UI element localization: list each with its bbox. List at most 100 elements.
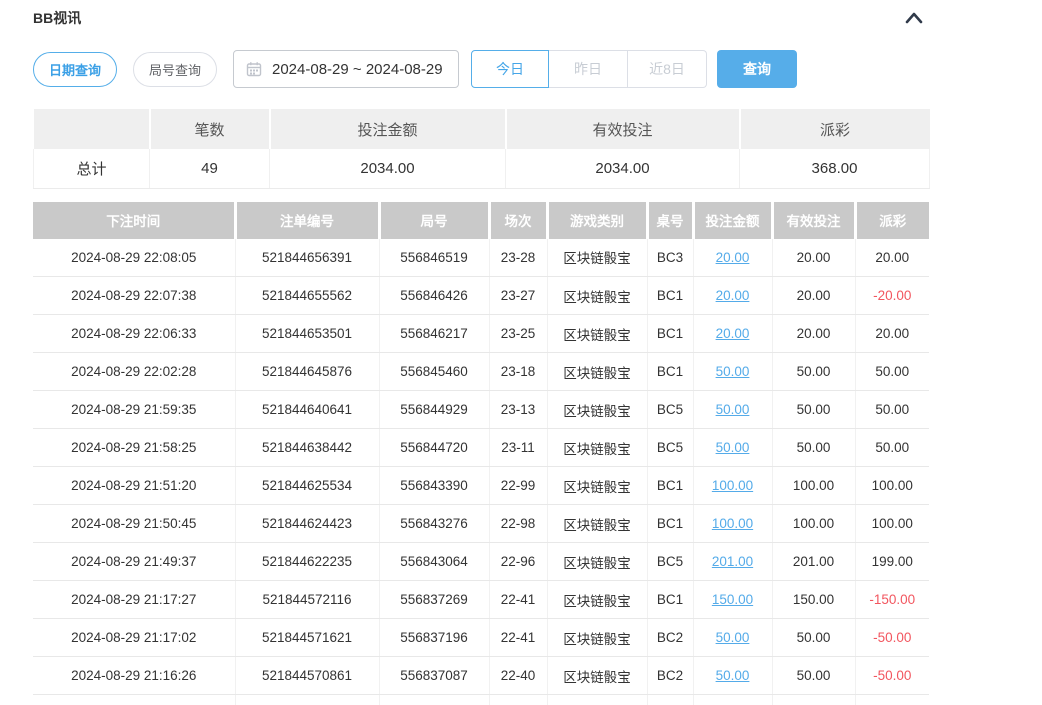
- date-range-input[interactable]: 2024-08-29 ~ 2024-08-29: [233, 50, 459, 88]
- summary-header-bet-amount: 投注金额: [270, 109, 506, 149]
- cell-order-id: 521844638442: [235, 429, 379, 467]
- summary-total-label: 总计: [34, 149, 150, 188]
- table-row: 2024-08-29 21:17:02521844571621556837196…: [33, 619, 929, 657]
- cell-order-id: 521844645876: [235, 353, 379, 391]
- table-row: 2024-08-29 22:08:05521844656391556846519…: [33, 239, 929, 277]
- bet-amount-link[interactable]: 201.00: [712, 554, 753, 569]
- summary-header-payout: 派彩: [740, 109, 930, 149]
- panel-header: BB视讯: [33, 9, 929, 27]
- cell-table-no: BC2: [647, 657, 693, 695]
- cell-valid-bet: 100.00: [772, 505, 855, 543]
- cell-order-id: 521844653501: [235, 315, 379, 353]
- cell-empty: [547, 695, 647, 705]
- table-row: 2024-08-29 21:49:37521844622235556843064…: [33, 543, 929, 581]
- cell-payout: 50.00: [855, 429, 929, 467]
- cell-bet-time: 2024-08-29 21:49:37: [33, 543, 235, 581]
- records-header-valid-bet: 有效投注: [772, 202, 855, 239]
- cell-round-id: 556845460: [379, 353, 489, 391]
- cell-round-id: 556846426: [379, 277, 489, 315]
- bet-amount-link[interactable]: 100.00: [712, 478, 753, 493]
- records-header-table-no: 桌号: [647, 202, 693, 239]
- quick-range-yesterday-button[interactable]: 昨日: [549, 50, 628, 88]
- cell-payout: 100.00: [855, 467, 929, 505]
- summary-total-count: 49: [150, 149, 270, 188]
- cell-order-id: 521844572116: [235, 581, 379, 619]
- cell-session: 22-41: [489, 619, 547, 657]
- calendar-icon: [246, 61, 262, 77]
- cell-valid-bet: 50.00: [772, 657, 855, 695]
- query-mode-round-button[interactable]: 局号查询: [133, 52, 217, 87]
- cell-empty: [772, 695, 855, 705]
- cell-bet-amount: 50.00: [693, 353, 772, 391]
- chevron-up-icon: [905, 12, 923, 24]
- cell-valid-bet: 50.00: [772, 353, 855, 391]
- cell-payout: -50.00: [855, 657, 929, 695]
- cell-bet-amount: 201.00: [693, 543, 772, 581]
- bet-amount-link[interactable]: 20.00: [716, 326, 750, 341]
- table-row: 2024-08-29 21:16:26521844570861556837087…: [33, 657, 929, 695]
- records-tbody: 2024-08-29 22:08:05521844656391556846519…: [33, 239, 929, 705]
- bet-amount-link[interactable]: 50.00: [716, 630, 750, 645]
- quick-range-today-button[interactable]: 今日: [471, 50, 549, 88]
- cell-bet-amount: 20.00: [693, 277, 772, 315]
- records-header-row: 下注时间 注单编号 局号 场次 游戏类别 桌号 投注金额 有效投注 派彩: [33, 202, 929, 239]
- cell-valid-bet: 150.00: [772, 581, 855, 619]
- bet-amount-link[interactable]: 20.00: [716, 250, 750, 265]
- cell-bet-amount: 50.00: [693, 429, 772, 467]
- query-mode-date-button[interactable]: 日期查询: [33, 52, 117, 87]
- cell-bet-time: 2024-08-29 21:17:02: [33, 619, 235, 657]
- cell-table-no: BC1: [647, 581, 693, 619]
- cell-valid-bet: 50.00: [772, 429, 855, 467]
- summary-total-payout: 368.00: [740, 149, 930, 188]
- query-toolbar: 日期查询 局号查询 2024-08-29 ~ 2024-08-29 今日: [33, 50, 929, 88]
- summary-total-bet-amount: 2034.00: [270, 149, 506, 188]
- table-row: 2024-08-29 21:58:25521844638442556844720…: [33, 429, 929, 467]
- bet-amount-link[interactable]: 100.00: [712, 516, 753, 531]
- cell-valid-bet: 50.00: [772, 391, 855, 429]
- records-header-bet-time: 下注时间: [33, 202, 235, 239]
- table-row-partial: [33, 695, 929, 705]
- records-header-bet-amount: 投注金额: [693, 202, 772, 239]
- table-row: 2024-08-29 22:02:28521844645876556845460…: [33, 353, 929, 391]
- bet-amount-link[interactable]: 150.00: [712, 592, 753, 607]
- records-header-order-id: 注单编号: [235, 202, 379, 239]
- collapse-panel-button[interactable]: [905, 12, 923, 24]
- cell-payout: 50.00: [855, 391, 929, 429]
- cell-bet-amount: 50.00: [693, 391, 772, 429]
- cell-round-id: 556846519: [379, 239, 489, 277]
- cell-game-type: 区块链骰宝: [547, 239, 647, 277]
- cell-round-id: 556844720: [379, 429, 489, 467]
- cell-bet-amount: 20.00: [693, 315, 772, 353]
- cell-payout: -50.00: [855, 619, 929, 657]
- bet-amount-link[interactable]: 50.00: [716, 364, 750, 379]
- cell-table-no: BC1: [647, 353, 693, 391]
- cell-bet-amount: 20.00: [693, 239, 772, 277]
- cell-bet-time: 2024-08-29 22:07:38: [33, 277, 235, 315]
- cell-empty: [33, 695, 235, 705]
- cell-valid-bet: 20.00: [772, 277, 855, 315]
- cell-table-no: BC1: [647, 467, 693, 505]
- bet-amount-link[interactable]: 50.00: [716, 440, 750, 455]
- quick-range-8days-button[interactable]: 近8日: [628, 50, 707, 88]
- bet-amount-link[interactable]: 50.00: [716, 402, 750, 417]
- cell-bet-time: 2024-08-29 22:06:33: [33, 315, 235, 353]
- cell-round-id: 556837087: [379, 657, 489, 695]
- cell-session: 22-96: [489, 543, 547, 581]
- cell-table-no: BC2: [647, 619, 693, 657]
- table-row: 2024-08-29 22:06:33521844653501556846217…: [33, 315, 929, 353]
- cell-game-type: 区块链骰宝: [547, 619, 647, 657]
- cell-bet-amount: 150.00: [693, 581, 772, 619]
- search-button[interactable]: 查询: [717, 50, 797, 88]
- cell-session: 22-41: [489, 581, 547, 619]
- bb-video-panel: BB视讯 日期查询 局号查询: [33, 0, 929, 705]
- cell-game-type: 区块链骰宝: [547, 467, 647, 505]
- bet-amount-link[interactable]: 50.00: [716, 668, 750, 683]
- cell-game-type: 区块链骰宝: [547, 277, 647, 315]
- cell-table-no: BC1: [647, 277, 693, 315]
- cell-payout: 50.00: [855, 353, 929, 391]
- summary-total-valid-bet: 2034.00: [506, 149, 740, 188]
- bet-amount-link[interactable]: 20.00: [716, 288, 750, 303]
- table-row: 2024-08-29 21:17:27521844572116556837269…: [33, 581, 929, 619]
- date-range-value: 2024-08-29 ~ 2024-08-29: [272, 61, 443, 78]
- cell-game-type: 区块链骰宝: [547, 391, 647, 429]
